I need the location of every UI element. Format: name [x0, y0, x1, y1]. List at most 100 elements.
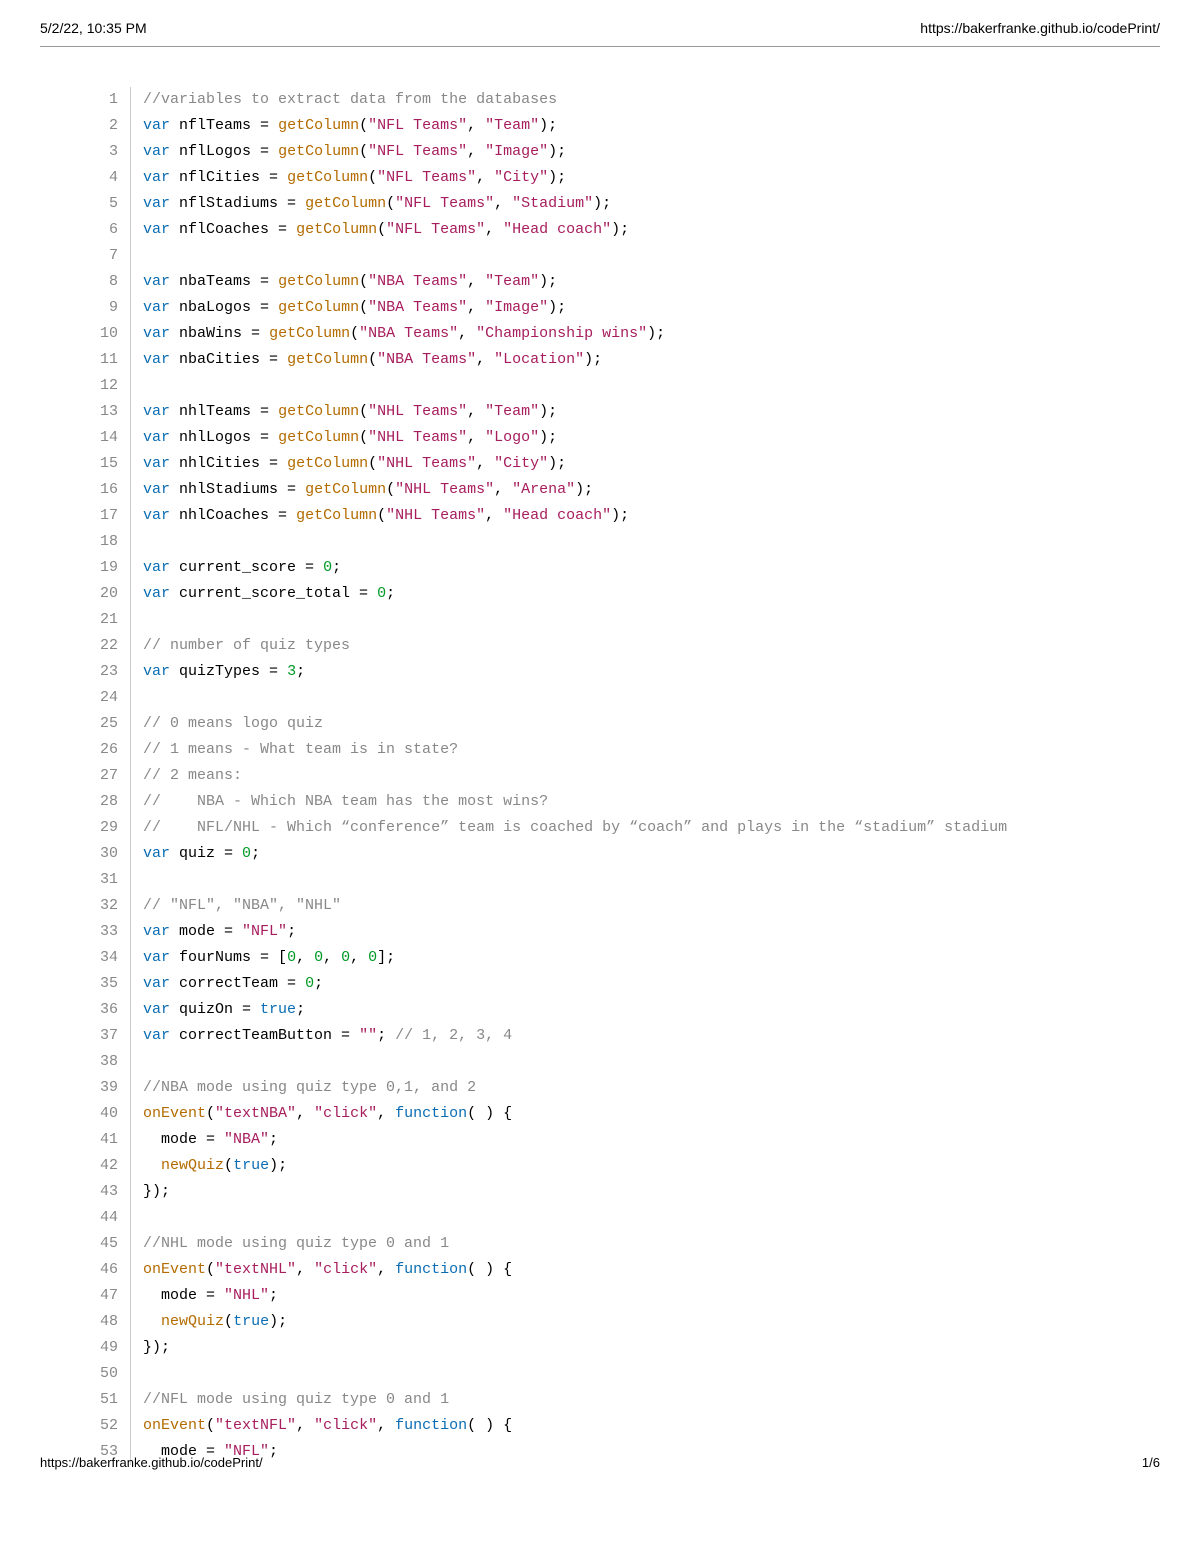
code-token: "NFL Teams": [395, 195, 494, 212]
code-token: ,: [494, 195, 512, 212]
code-token: "NFL Teams": [368, 143, 467, 160]
line-number: 46: [100, 1257, 118, 1283]
code-token: var: [143, 507, 170, 524]
line-number: 18: [100, 529, 118, 555]
code-token: var: [143, 429, 170, 446]
line-number: 9: [100, 295, 118, 321]
code-token: var: [143, 195, 170, 212]
code-token: onEvent: [143, 1261, 206, 1278]
code-line: // 0 means logo quiz: [143, 711, 1120, 737]
line-number-gutter: 1234567891011121314151617181920212223242…: [100, 87, 131, 1465]
code-token: "NHL": [224, 1287, 269, 1304]
code-token: quizOn =: [170, 1001, 260, 1018]
code-token: (: [206, 1261, 215, 1278]
code-token: getColumn: [278, 299, 359, 316]
code-token: );: [647, 325, 665, 342]
code-token: "click": [314, 1105, 377, 1122]
code-token: ,: [467, 429, 485, 446]
code-line: var current_score = 0;: [143, 555, 1120, 581]
line-number: 1: [100, 87, 118, 113]
code-token: );: [269, 1313, 287, 1330]
code-line: var fourNums = [0, 0, 0, 0];: [143, 945, 1120, 971]
line-number: 33: [100, 919, 118, 945]
code-line: var nhlStadiums = getColumn("NHL Teams",…: [143, 477, 1120, 503]
code-token: var: [143, 117, 170, 134]
code-token: });: [143, 1339, 170, 1356]
code-token: var: [143, 975, 170, 992]
code-line: //NHL mode using quiz type 0 and 1: [143, 1231, 1120, 1257]
code-line: var nbaTeams = getColumn("NBA Teams", "T…: [143, 269, 1120, 295]
code-token: ;: [287, 923, 296, 940]
line-number: 45: [100, 1231, 118, 1257]
code-token: });: [143, 1183, 170, 1200]
code-token: getColumn: [305, 481, 386, 498]
code-token: getColumn: [287, 455, 368, 472]
code-token: (: [359, 143, 368, 160]
code-line: [143, 529, 1120, 555]
print-header: 5/2/22, 10:35 PM https://bakerfranke.git…: [40, 20, 1160, 46]
code-line: var nhlTeams = getColumn("NHL Teams", "T…: [143, 399, 1120, 425]
code-token: );: [575, 481, 593, 498]
code-token: getColumn: [278, 429, 359, 446]
code-token: (: [359, 117, 368, 134]
code-token: var: [143, 949, 170, 966]
code-token: function: [395, 1417, 467, 1434]
line-number: 23: [100, 659, 118, 685]
line-number: 36: [100, 997, 118, 1023]
line-number: 6: [100, 217, 118, 243]
code-token: 0: [242, 845, 251, 862]
code-token: true: [260, 1001, 296, 1018]
code-token: onEvent: [143, 1105, 206, 1122]
code-block: 1234567891011121314151617181920212223242…: [100, 87, 1120, 1465]
code-token: ;: [296, 663, 305, 680]
code-token: "NBA Teams": [359, 325, 458, 342]
line-number: 14: [100, 425, 118, 451]
code-token: "Location": [494, 351, 584, 368]
code-token: getColumn: [278, 403, 359, 420]
code-token: ( ) {: [467, 1261, 512, 1278]
code-token: ,: [476, 351, 494, 368]
code-token: 0: [377, 585, 386, 602]
code-token: // 1, 2, 3, 4: [395, 1027, 512, 1044]
code-token: (: [386, 195, 395, 212]
code-token: );: [548, 299, 566, 316]
code-token: var: [143, 845, 170, 862]
code-token: 0: [314, 949, 323, 966]
code-token: nflCities =: [170, 169, 287, 186]
code-token: var: [143, 351, 170, 368]
code-line: });: [143, 1179, 1120, 1205]
code-line: var correctTeam = 0;: [143, 971, 1120, 997]
code-line: var nflCoaches = getColumn("NFL Teams", …: [143, 217, 1120, 243]
line-number: 30: [100, 841, 118, 867]
line-number: 44: [100, 1205, 118, 1231]
code-token: nbaLogos =: [170, 299, 278, 316]
code-token: // number of quiz types: [143, 637, 350, 654]
code-token: "": [359, 1027, 377, 1044]
code-token: );: [584, 351, 602, 368]
code-line: [143, 1049, 1120, 1075]
code-line: var nhlLogos = getColumn("NHL Teams", "L…: [143, 425, 1120, 451]
code-token: ;: [296, 1001, 305, 1018]
code-token: newQuiz: [161, 1157, 224, 1174]
code-token: getColumn: [278, 273, 359, 290]
code-token: ,: [476, 169, 494, 186]
code-token: ,: [467, 143, 485, 160]
code-token: "Stadium": [512, 195, 593, 212]
code-token: //NFL mode using quiz type 0 and 1: [143, 1391, 449, 1408]
code-token: //NHL mode using quiz type 0 and 1: [143, 1235, 449, 1252]
line-number: 37: [100, 1023, 118, 1049]
code-token: fourNums = [: [170, 949, 287, 966]
line-number: 40: [100, 1101, 118, 1127]
code-token: "NHL Teams": [368, 429, 467, 446]
code-token: current_score_total =: [170, 585, 377, 602]
code-token: "NFL Teams": [368, 117, 467, 134]
code-token: );: [539, 429, 557, 446]
code-token: "Head coach": [503, 221, 611, 238]
code-token: "click": [314, 1261, 377, 1278]
code-token: ( ) {: [467, 1417, 512, 1434]
code-line: var mode = "NFL";: [143, 919, 1120, 945]
code-line: // 2 means:: [143, 763, 1120, 789]
line-number: 34: [100, 945, 118, 971]
code-token: correctTeam =: [170, 975, 305, 992]
code-line: var nbaWins = getColumn("NBA Teams", "Ch…: [143, 321, 1120, 347]
